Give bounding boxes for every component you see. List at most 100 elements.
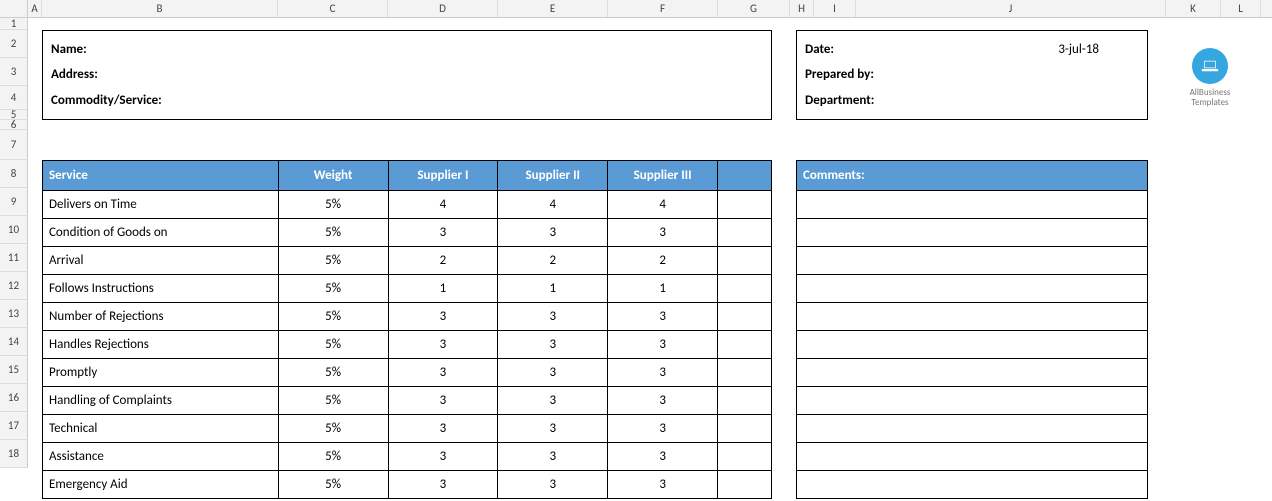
cell-supplier4[interactable]: 3 [608, 359, 718, 387]
date-row[interactable]: Date: 3-jul-18 [805, 42, 1139, 57]
cell-supplier3[interactable]: 3 [498, 219, 608, 247]
cell-supplier2[interactable]: 3 [389, 415, 499, 443]
cell-supplier2[interactable]: 3 [389, 303, 499, 331]
col-header-C[interactable]: C [278, 0, 388, 17]
th-blank[interactable] [718, 161, 772, 191]
col-header-B[interactable]: B [42, 0, 278, 17]
cell-service[interactable]: Emergency Aid [43, 471, 279, 499]
row-header-13[interactable]: 13 [0, 300, 28, 328]
comment-cell[interactable] [797, 415, 1148, 443]
cell-service[interactable]: Assistance [43, 443, 279, 471]
cell-supplier4[interactable]: 4 [608, 191, 718, 219]
col-header-G[interactable]: G [718, 0, 790, 17]
cell-supplier2[interactable]: 3 [389, 359, 499, 387]
row-header-9[interactable]: 9 [0, 188, 28, 216]
comment-cell[interactable] [797, 471, 1148, 499]
th-service[interactable]: Service [43, 161, 279, 191]
cell-weight[interactable]: 5% [279, 471, 389, 499]
cell-blank[interactable] [718, 415, 772, 443]
comment-cell[interactable] [797, 247, 1148, 275]
cell-service[interactable]: Handles Rejections [43, 331, 279, 359]
col-header-J[interactable]: J [856, 0, 1166, 17]
cell-supplier2[interactable]: 3 [389, 443, 499, 471]
cell-blank[interactable] [718, 275, 772, 303]
cell-supplier3[interactable]: 3 [498, 387, 608, 415]
cell-supplier2[interactable]: 3 [389, 331, 499, 359]
comment-cell[interactable] [797, 219, 1148, 247]
cell-blank[interactable] [718, 219, 772, 247]
cell-supplier2[interactable]: 3 [389, 471, 499, 499]
cell-supplier4[interactable]: 3 [608, 303, 718, 331]
cell-service[interactable]: Number of Rejections [43, 303, 279, 331]
cell-weight[interactable]: 5% [279, 303, 389, 331]
cell-blank[interactable] [718, 191, 772, 219]
comment-cell[interactable] [797, 359, 1148, 387]
cell-supplier4[interactable]: 3 [608, 443, 718, 471]
cell-supplier3[interactable]: 3 [498, 443, 608, 471]
cell-service[interactable]: Technical [43, 415, 279, 443]
prepared-row[interactable]: Prepared by: [805, 67, 1139, 82]
row-header-11[interactable]: 11 [0, 244, 28, 272]
th-supplier3[interactable]: Supplier III [608, 161, 718, 191]
cell-supplier2[interactable]: 4 [389, 191, 499, 219]
cell-supplier2[interactable]: 2 [389, 247, 499, 275]
cell-supplier3[interactable]: 3 [498, 303, 608, 331]
cell-service[interactable]: Delivers on Time [43, 191, 279, 219]
cell-supplier3[interactable]: 3 [498, 415, 608, 443]
row-header-8[interactable]: 8 [0, 160, 28, 188]
cell-supplier2[interactable]: 1 [389, 275, 499, 303]
comment-cell[interactable] [797, 275, 1148, 303]
comment-cell[interactable] [797, 443, 1148, 471]
cell-supplier4[interactable]: 2 [608, 247, 718, 275]
cell-weight[interactable]: 5% [279, 219, 389, 247]
cell-blank[interactable] [718, 359, 772, 387]
cell-supplier3[interactable]: 1 [498, 275, 608, 303]
cell-service[interactable]: Promptly [43, 359, 279, 387]
select-all-corner[interactable] [0, 0, 28, 17]
col-header-D[interactable]: D [388, 0, 498, 17]
cell-supplier4[interactable]: 3 [608, 219, 718, 247]
cell-supplier4[interactable]: 3 [608, 471, 718, 499]
row-header-17[interactable]: 17 [0, 412, 28, 440]
col-header-F[interactable]: F [608, 0, 718, 17]
cell-supplier3[interactable]: 4 [498, 191, 608, 219]
col-header-I[interactable]: I [814, 0, 856, 17]
th-weight[interactable]: Weight [279, 161, 389, 191]
cell-blank[interactable] [718, 387, 772, 415]
cell-weight[interactable]: 5% [279, 359, 389, 387]
row-header-10[interactable]: 10 [0, 216, 28, 244]
cell-service[interactable]: Arrival [43, 247, 279, 275]
cell-weight[interactable]: 5% [279, 387, 389, 415]
comment-cell[interactable] [797, 303, 1148, 331]
row-header-14[interactable]: 14 [0, 328, 28, 356]
cell-service[interactable]: Follows Instructions [43, 275, 279, 303]
cell-weight[interactable]: 5% [279, 275, 389, 303]
cell-supplier4[interactable]: 1 [608, 275, 718, 303]
row-header-12[interactable]: 12 [0, 272, 28, 300]
cell-supplier2[interactable]: 3 [389, 387, 499, 415]
cell-service[interactable]: Handling of Complaints [43, 387, 279, 415]
cell-supplier4[interactable]: 3 [608, 415, 718, 443]
cell-blank[interactable] [718, 443, 772, 471]
col-header-H[interactable]: H [790, 0, 814, 17]
cell-weight[interactable]: 5% [279, 247, 389, 275]
row-header-1[interactable]: 1 [0, 18, 28, 30]
cell-weight[interactable]: 5% [279, 191, 389, 219]
row-header-3[interactable]: 3 [0, 58, 28, 86]
comment-cell[interactable] [797, 331, 1148, 359]
col-header-L[interactable]: L [1221, 0, 1261, 17]
cell-supplier3[interactable]: 3 [498, 359, 608, 387]
row-header-6[interactable]: 6 [0, 120, 28, 130]
cell-blank[interactable] [718, 331, 772, 359]
cell-supplier3[interactable]: 2 [498, 247, 608, 275]
comment-cell[interactable] [797, 387, 1148, 415]
cell-blank[interactable] [718, 303, 772, 331]
row-header-2[interactable]: 2 [0, 30, 28, 58]
cell-blank[interactable] [718, 471, 772, 499]
th-comments[interactable]: Comments: [797, 161, 1148, 191]
cell-blank[interactable] [718, 247, 772, 275]
cell-supplier4[interactable]: 3 [608, 387, 718, 415]
address-row[interactable]: Address: [51, 67, 763, 82]
comment-cell[interactable] [797, 191, 1148, 219]
col-header-K[interactable]: K [1166, 0, 1221, 17]
